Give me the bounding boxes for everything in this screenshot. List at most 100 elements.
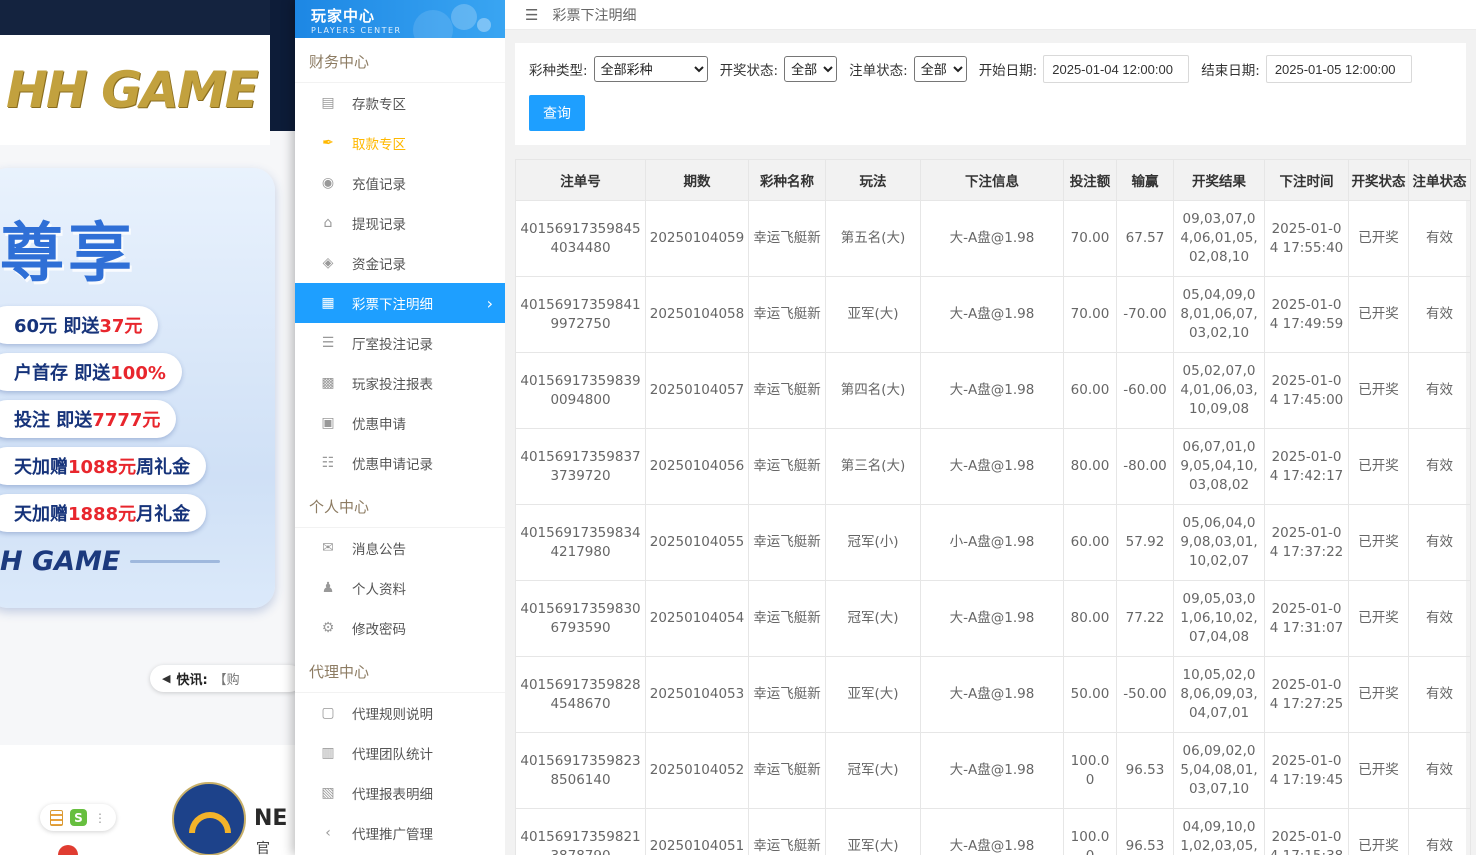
table-cell: 67.57 — [1117, 201, 1174, 277]
sidebar-item[interactable]: ▩玩家投注报表 — [295, 363, 505, 403]
banner-footer-logo: H GAME — [0, 546, 120, 577]
hall-bet-record-icon: ☰ — [319, 335, 337, 351]
sidebar-item-label: 存款专区 — [352, 93, 406, 113]
deposit-icon: ▤ — [319, 95, 337, 111]
table-cell: 20250104052 — [646, 733, 749, 809]
table-cell: 401569173598373739720 — [516, 429, 646, 505]
speaker-icon: ◀ — [162, 672, 170, 685]
dots-icon: ⋮ — [94, 811, 106, 825]
query-button[interactable]: 查询 — [529, 95, 585, 131]
table-cell: 已开奖 — [1349, 733, 1409, 809]
sidebar-item[interactable]: ◉ 充值记录 — [295, 163, 505, 203]
news-ticker[interactable]: ◀ 快讯: 【购 — [150, 665, 303, 692]
sidebar-item[interactable]: ✉消息公告 — [295, 528, 505, 568]
promo-pill: 天加赠1888元月礼金 — [0, 494, 206, 532]
menu-section-title: 个人中心 — [295, 483, 505, 528]
table-cell: 401569173598419972750 — [516, 277, 646, 353]
team-subtext: 官 — [256, 838, 270, 855]
promo-pill: 户首存 即送100% — [0, 353, 182, 391]
sidebar-item-label: 资金记录 — [352, 253, 406, 273]
promo-pill: 投注 即送7777元 — [0, 400, 176, 438]
column-header: 下注时间 — [1265, 160, 1349, 201]
table-cell: 已开奖 — [1349, 657, 1409, 733]
sidebar-item-label: 充值记录 — [352, 173, 406, 193]
table-cell: 20250104054 — [646, 581, 749, 657]
column-header: 投注额 — [1064, 160, 1117, 201]
sidebar-item-label: 取款专区 — [352, 133, 406, 153]
draw-status-select[interactable]: 全部 — [784, 56, 837, 82]
table-cell: 10,05,02,08,06,09,03,04,07,01 — [1174, 657, 1265, 733]
sidebar-item-label: 代理推广管理 — [352, 823, 433, 843]
table-cell: -50.00 — [1117, 657, 1174, 733]
players-center-subtitle: PLAYERS CENTER — [311, 26, 505, 35]
table-cell: 幸运飞艇新 — [749, 429, 826, 505]
table-cell: 幸运飞艇新 — [749, 505, 826, 581]
share-icon: ‹ — [319, 825, 337, 841]
draw-status-label: 开奖状态: — [720, 59, 779, 79]
sidebar-item[interactable]: ☷优惠申请记录 — [295, 443, 505, 483]
table-cell: 大-A盘@1.98 — [921, 581, 1064, 657]
s-plugin-icon[interactable]: S — [70, 809, 87, 826]
column-header: 玩法 — [826, 160, 921, 201]
table-cell: -60.00 — [1117, 353, 1174, 429]
sidebar-item[interactable]: ▤ 存款专区 — [295, 83, 505, 123]
table-cell: 96.53 — [1117, 733, 1174, 809]
lottery-type-label: 彩种类型: — [529, 59, 588, 79]
table-cell: 57.92 — [1117, 505, 1174, 581]
table-row: 40156917359821387879020250104051幸运飞艇新亚军(… — [516, 809, 1471, 855]
sidebar-item[interactable]: ▢代理规则说明 — [295, 693, 505, 733]
sidebar-item[interactable]: ✒取款专区 — [295, 123, 505, 163]
table-cell: 20250104058 — [646, 277, 749, 353]
column-header: 注单状态 — [1409, 160, 1471, 201]
player-bet-report-icon: ▩ — [319, 375, 337, 391]
promo-list: 60元 即送37元户首存 即送100% 投注 即送7777元天加赠1088元周礼金… — [0, 306, 275, 532]
table-row: 40156917359839009480020250104057幸运飞艇新第四名… — [516, 353, 1471, 429]
main-panel: ☰ 彩票下注明细 彩种类型: 全部彩种 开奖状态: 全部 注单状态: 全部 — [505, 0, 1476, 855]
table-cell: 小-A盘@1.98 — [921, 505, 1064, 581]
notes-icon[interactable] — [50, 810, 63, 826]
lottery-type-select[interactable]: 全部彩种 — [594, 56, 708, 82]
site-topbar — [0, 0, 303, 35]
promo-banner: 尊享 60元 即送37元户首存 即送100%投注 即送7777元天加赠1088元… — [0, 168, 275, 608]
table-cell: 80.00 — [1064, 429, 1117, 505]
sidebar-item-label: 代理规则说明 — [352, 703, 433, 723]
start-date-label: 开始日期: — [979, 59, 1038, 79]
table-row: 40156917359837373972020250104056幸运飞艇新第三名… — [516, 429, 1471, 505]
sidebar-item[interactable]: ☰厅室投注记录 — [295, 323, 505, 363]
sidebar-item[interactable]: ⚙修改密码 — [295, 608, 505, 648]
sidebar-item[interactable]: ▥代理团队统计 — [295, 733, 505, 773]
drawer-header: 玩家中心 PLAYERS CENTER — [295, 0, 505, 38]
report-detail-icon: ▧ — [319, 785, 337, 801]
promo-pill: 天加赠1088元周礼金 — [0, 447, 206, 485]
promo-pill: 60元 即送37元 — [0, 306, 158, 344]
sidebar-item[interactable]: ▧代理报表明细 — [295, 773, 505, 813]
table-cell: 100.00 — [1064, 733, 1117, 809]
sidebar-item[interactable]: ▦彩票下注明细› — [295, 283, 505, 323]
table-cell: 已开奖 — [1349, 277, 1409, 353]
sidebar-item[interactable]: ‹ 代理推广管理 — [295, 813, 505, 853]
menu-icon[interactable]: ☰ — [525, 6, 538, 24]
bets-table: 注单号期数彩种名称玩法下注信息投注额输赢开奖结果下注时间开奖状态注单状态 401… — [515, 159, 1471, 855]
table-cell: 401569173598390094800 — [516, 353, 646, 429]
filter-card: 彩种类型: 全部彩种 开奖状态: 全部 注单状态: 全部 开始日期: 结束日期 — [515, 43, 1466, 145]
bell-icon: ✉ — [319, 540, 337, 556]
bridge-arc-icon — [189, 812, 231, 833]
sidebar-item[interactable]: ⌂提现记录 — [295, 203, 505, 243]
sidebar-item[interactable]: ▣优惠申请 — [295, 403, 505, 443]
table-cell: 有效 — [1409, 505, 1471, 581]
table-cell: 有效 — [1409, 581, 1471, 657]
table-cell: 幸运飞艇新 — [749, 201, 826, 277]
sidebar-item[interactable]: ♟个人资料 — [295, 568, 505, 608]
order-status-label: 注单状态: — [849, 59, 908, 79]
order-status-select[interactable]: 全部 — [914, 56, 967, 82]
ticker-label: 快讯: — [176, 669, 207, 688]
table-cell: 06,07,01,09,05,04,10,03,08,02 — [1174, 429, 1265, 505]
start-date-input[interactable] — [1043, 55, 1189, 83]
promo-apply-record-icon: ☷ — [319, 455, 337, 471]
recharge-record-icon: ◉ — [319, 175, 337, 191]
table-cell: -70.00 — [1117, 277, 1174, 353]
end-date-input[interactable] — [1266, 55, 1412, 83]
table-cell: 已开奖 — [1349, 809, 1409, 855]
table-cell: 401569173598454034480 — [516, 201, 646, 277]
sidebar-item[interactable]: ◈资金记录 — [295, 243, 505, 283]
